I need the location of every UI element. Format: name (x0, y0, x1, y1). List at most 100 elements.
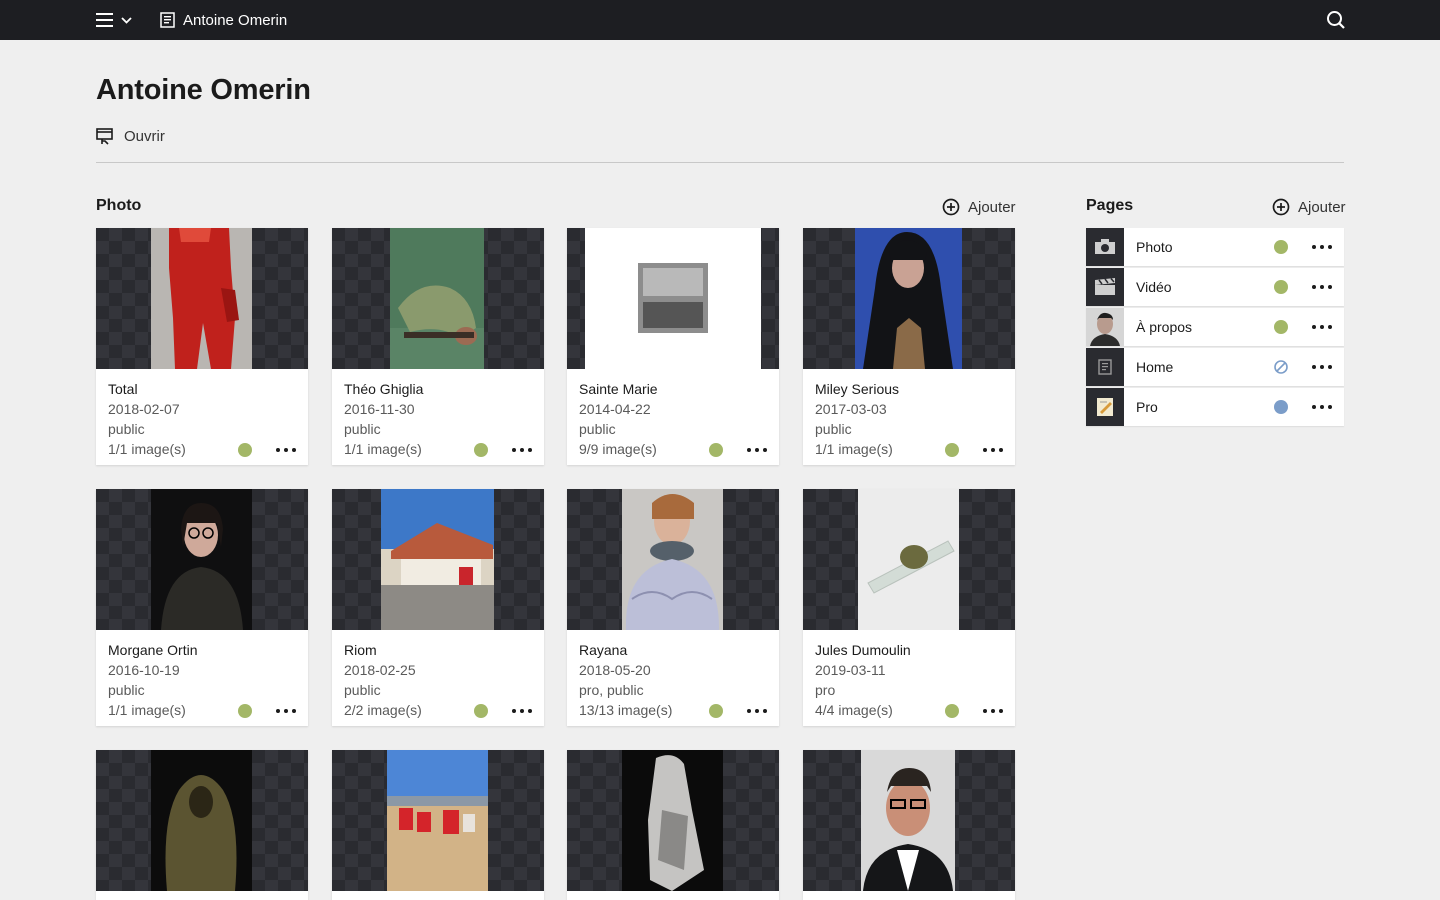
page-thumbnail (1086, 228, 1124, 266)
more-options-button[interactable] (1312, 320, 1332, 334)
card-thumbnail (803, 750, 1015, 891)
photo-card[interactable]: Riom 2018-02-25 public 2/2 image(s) (332, 489, 544, 726)
card-date: 2014-04-22 (579, 401, 651, 417)
photo-card[interactable]: Morgane Ortin 2016-10-19 public 1/1 imag… (96, 489, 308, 726)
status-dot (1274, 320, 1288, 334)
search-button[interactable] (1326, 10, 1346, 30)
more-options-button[interactable] (1312, 360, 1332, 374)
app-title[interactable]: Antoine Omerin (160, 10, 287, 30)
page-row-a-propos[interactable]: À propos (1086, 308, 1344, 346)
photo-card[interactable]: Miley Serious 2017-03-03 public 1/1 imag… (803, 228, 1015, 465)
top-navbar: Antoine Omerin (0, 0, 1440, 40)
photo-card[interactable]: Théo Ghiglia 2016-11-30 public 1/1 image… (332, 228, 544, 465)
header-divider (96, 162, 1344, 163)
pages-list: Photo Vidéo À propos Home Pro (1086, 228, 1344, 428)
plus-circle-icon (1272, 198, 1290, 216)
search-icon (1327, 11, 1345, 29)
card-image (861, 750, 955, 891)
photo-add-label: Ajouter (968, 198, 1016, 216)
more-options-button[interactable] (983, 704, 1003, 718)
more-options-button[interactable] (276, 704, 296, 718)
status-dot (238, 704, 252, 718)
open-presentation-icon (96, 128, 113, 145)
card-title: Morgane Ortin (108, 642, 198, 658)
photo-card[interactable]: Jules Dumoulin 2019-03-11 pro 4/4 image(… (803, 489, 1015, 726)
document-icon (1098, 359, 1112, 375)
photo-card[interactable] (567, 750, 779, 900)
unpublished-icon (1274, 360, 1288, 374)
status-dot (474, 443, 488, 457)
card-thumbnail (567, 228, 779, 369)
page-title: Antoine Omerin (96, 74, 311, 106)
status-dot (1274, 280, 1288, 294)
card-visibility: public (108, 421, 145, 437)
card-image (381, 489, 494, 630)
page-row-photo[interactable]: Photo (1086, 228, 1344, 266)
card-thumbnail (803, 228, 1015, 369)
page-thumbnail (1086, 268, 1124, 306)
card-title: Sainte Marie (579, 381, 658, 397)
card-image (858, 489, 959, 630)
card-image (622, 489, 723, 630)
card-visibility: public (815, 421, 852, 437)
photo-card[interactable] (332, 750, 544, 900)
photo-card[interactable]: Total 2018-02-07 public 1/1 image(s) (96, 228, 308, 465)
card-visibility: public (344, 682, 381, 698)
page-label: Home (1136, 359, 1174, 375)
card-visibility: public (108, 682, 145, 698)
status-dot (474, 704, 488, 718)
card-image (585, 228, 761, 369)
card-thumbnail (96, 228, 308, 369)
pages-section-title: Pages (1086, 197, 1134, 214)
card-image (151, 228, 252, 369)
more-options-button[interactable] (512, 443, 532, 457)
photo-card[interactable] (803, 750, 1015, 900)
pages-add-label: Ajouter (1298, 198, 1346, 216)
page-thumbnail (1086, 308, 1124, 346)
page-row-home[interactable]: Home (1086, 348, 1344, 386)
card-thumbnail (567, 750, 779, 891)
page-label: Photo (1136, 239, 1173, 255)
more-options-button[interactable] (276, 443, 296, 457)
camera-icon (1095, 239, 1115, 254)
more-options-button[interactable] (512, 704, 532, 718)
page-row-video[interactable]: Vidéo (1086, 268, 1344, 306)
page-thumbnail (1086, 348, 1124, 386)
menu-button[interactable] (96, 11, 136, 29)
card-title: Riom (344, 642, 377, 658)
status-dot (238, 443, 252, 457)
card-date: 2018-02-07 (108, 401, 180, 417)
photo-section-title: Photo (96, 197, 142, 214)
photo-card[interactable]: Sainte Marie 2014-04-22 public 9/9 image… (567, 228, 779, 465)
app-title-label: Antoine Omerin (183, 11, 288, 29)
chevron-down-icon (121, 16, 132, 24)
card-date: 2016-11-30 (344, 401, 415, 417)
page-row-pro[interactable]: Pro (1086, 388, 1344, 426)
card-thumbnail (567, 489, 779, 630)
more-options-button[interactable] (1312, 280, 1332, 294)
notepad-icon (1097, 398, 1113, 416)
hamburger-icon (96, 13, 113, 27)
card-thumbnail (332, 750, 544, 891)
photo-add-button[interactable]: Ajouter (942, 198, 1016, 216)
card-thumbnail (332, 489, 544, 630)
more-options-button[interactable] (1312, 400, 1332, 414)
more-options-button[interactable] (747, 443, 767, 457)
document-icon (160, 12, 175, 28)
status-dot (945, 704, 959, 718)
pages-add-button[interactable]: Ajouter (1272, 198, 1346, 216)
status-dot (1274, 400, 1288, 414)
more-options-button[interactable] (983, 443, 1003, 457)
card-title: Jules Dumoulin (815, 642, 911, 658)
card-title: Théo Ghiglia (344, 381, 424, 397)
photo-card[interactable] (96, 750, 308, 900)
page-label: Vidéo (1136, 279, 1172, 295)
open-link[interactable]: Ouvrir (96, 128, 165, 145)
photo-card[interactable]: Rayana 2018-05-20 pro, public 13/13 imag… (567, 489, 779, 726)
status-dot (945, 443, 959, 457)
portrait-icon (1086, 308, 1124, 346)
more-options-button[interactable] (747, 704, 767, 718)
clapperboard-icon (1095, 278, 1115, 295)
more-options-button[interactable] (1312, 240, 1332, 254)
page-label: À propos (1136, 319, 1193, 335)
